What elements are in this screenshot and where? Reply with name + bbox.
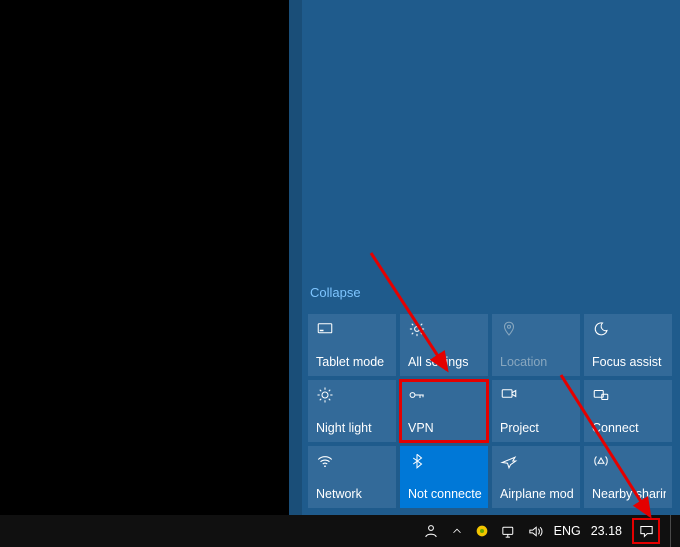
tile-label: All settings: [408, 356, 482, 370]
collapse-link[interactable]: Collapse: [310, 285, 674, 300]
sun-icon: [316, 386, 334, 404]
tile-connect[interactable]: Connect: [584, 380, 672, 442]
tile-label: Airplane mode: [500, 488, 574, 502]
wifi-icon: [316, 452, 334, 470]
taskbar: ENG 23.18: [0, 515, 680, 547]
tile-label: VPN: [408, 422, 482, 436]
tile-label: Network: [316, 488, 390, 502]
tile-all-settings[interactable]: All settings: [400, 314, 488, 376]
tile-focus-assist[interactable]: Focus assist: [584, 314, 672, 376]
tile-label: Not connected: [408, 488, 482, 502]
project-icon: [500, 386, 518, 404]
volume-tray-icon[interactable]: [527, 515, 544, 547]
location-icon: [500, 320, 518, 338]
tile-label: Location: [500, 356, 574, 370]
tile-label: Connect: [592, 422, 666, 436]
tablet-mode-icon: [316, 320, 334, 338]
tile-label: Tablet mode: [316, 356, 390, 370]
tray-app-icon[interactable]: [474, 515, 490, 547]
people-tray-icon[interactable]: [422, 515, 440, 547]
show-desktop-sliver[interactable]: [670, 515, 674, 547]
vpn-icon: [408, 386, 426, 404]
language-indicator[interactable]: ENG: [554, 515, 581, 547]
tile-label: Nearby sharing: [592, 488, 666, 502]
moon-icon: [592, 320, 610, 338]
network-tray-icon[interactable]: [500, 515, 517, 547]
tile-tablet-mode[interactable]: Tablet mode: [308, 314, 396, 376]
tile-vpn[interactable]: VPN: [400, 380, 488, 442]
tile-night-light[interactable]: Night light: [308, 380, 396, 442]
tile-project[interactable]: Project: [492, 380, 580, 442]
airplane-icon: [500, 452, 518, 470]
tile-bluetooth[interactable]: Not connected: [400, 446, 488, 508]
nearby-share-icon: [592, 452, 610, 470]
action-center-panel: Collapse Tablet mode All settings Locati…: [302, 0, 680, 515]
gear-icon: [408, 320, 426, 338]
tile-airplane-mode[interactable]: Airplane mode: [492, 446, 580, 508]
tile-network[interactable]: Network: [308, 446, 396, 508]
quick-actions-grid: Tablet mode All settings Location Focus …: [308, 314, 674, 508]
tray-chevron-up-icon[interactable]: [450, 515, 464, 547]
connect-icon: [592, 386, 610, 404]
tile-location[interactable]: Location: [492, 314, 580, 376]
action-center-tray-icon[interactable]: [632, 518, 660, 544]
tile-label: Focus assist: [592, 356, 666, 370]
bluetooth-icon: [408, 452, 426, 470]
tile-label: Project: [500, 422, 574, 436]
clock[interactable]: 23.18: [591, 515, 622, 547]
tile-nearby-sharing[interactable]: Nearby sharing: [584, 446, 672, 508]
tile-label: Night light: [316, 422, 390, 436]
